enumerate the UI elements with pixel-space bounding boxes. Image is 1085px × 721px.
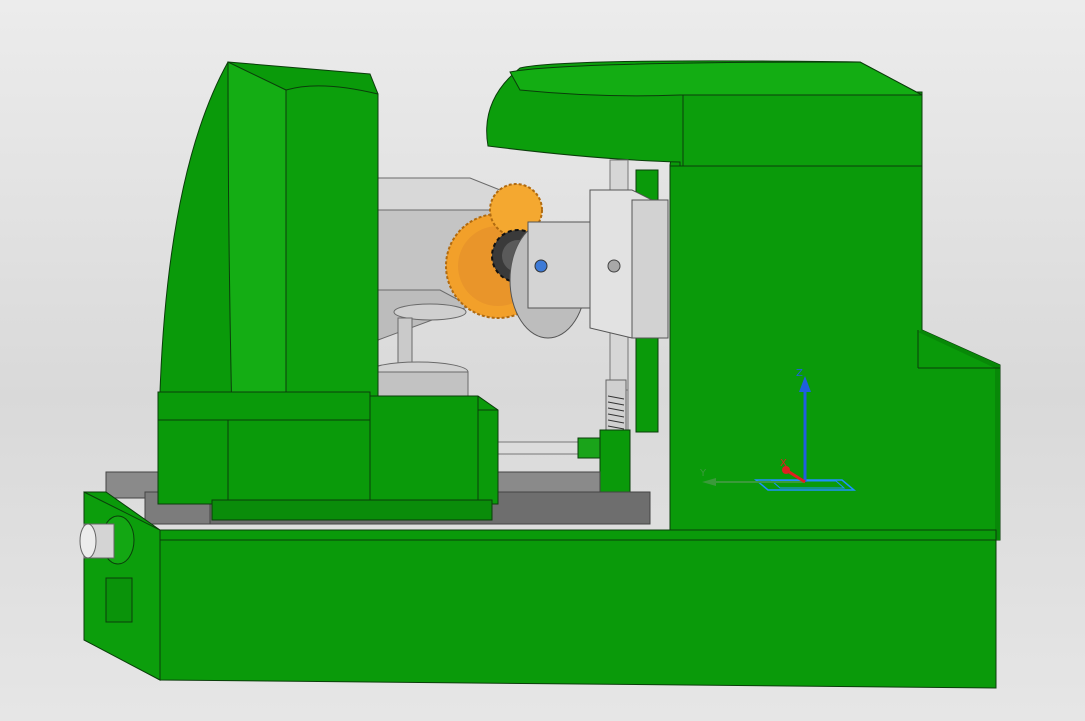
left-column[interactable]	[157, 61, 379, 505]
machine-model[interactable]: Z Y X	[0, 0, 1085, 721]
cad-viewport[interactable]: Z Y X	[0, 0, 1085, 721]
axis-z-label: Z	[796, 368, 803, 379]
axis-y-label: Y	[699, 468, 707, 479]
top-arm[interactable]	[486, 60, 923, 167]
axis-x-label: X	[780, 458, 787, 469]
